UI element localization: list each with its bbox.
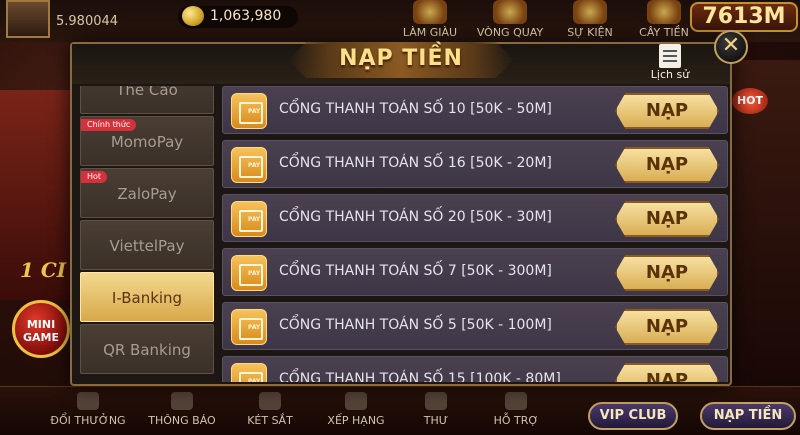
wheel-icon: [493, 0, 527, 24]
list-item: PAY CỔNG THANH TOÁN SỐ 20 [50K - 30M] NẠ…: [222, 194, 728, 242]
gateway-label: CỔNG THANH TOÁN SỐ 10 [50K - 50M]: [279, 101, 552, 117]
tab-the-cao[interactable]: Thẻ Cào: [80, 86, 214, 114]
gateway-label: CỔNG THANH TOÁN SỐ 16 [50K - 20M]: [279, 155, 552, 171]
tab-label: Thẻ Cào: [116, 86, 178, 99]
nav-label: XẾP HẠNG: [327, 414, 385, 427]
pay-icon-text: PAY: [248, 216, 261, 223]
deposit-modal: NẠP TIỀN Lịch sử ✕ Thẻ Cào Chính thức Mo…: [70, 30, 748, 386]
nap-button[interactable]: NẠP: [615, 93, 719, 129]
ranking-icon: [345, 392, 367, 410]
nav-label: CÂY TIỀN: [639, 26, 689, 39]
nav-doi-thuong[interactable]: ĐỔI THƯỞNG: [50, 392, 126, 427]
gateway-label: CỔNG THANH TOÁN SỐ 7 [50K - 300M]: [279, 263, 552, 279]
nav-su-kien[interactable]: SỰ KIỆN: [558, 0, 622, 42]
tab-label: ViettelPay: [109, 237, 185, 255]
list-item: PAY CỔNG THANH TOÁN SỐ 10 [50K - 50M] NẠ…: [222, 86, 728, 134]
mail-icon: [425, 392, 447, 410]
nav-cay-tien[interactable]: CÂY TIỀN: [632, 0, 696, 42]
pay-icon-text: PAY: [248, 108, 261, 115]
nav-label: KÉT SẮT: [247, 414, 293, 427]
payment-method-tabs: Thẻ Cào Chính thức MomoPay Hot ZaloPay V…: [80, 86, 214, 382]
list-item: PAY CỔNG THANH TOÁN SỐ 7 [50K - 300M] NẠ…: [222, 248, 728, 296]
nap-button[interactable]: NẠP: [615, 255, 719, 291]
nav-lam-giau[interactable]: LÀM GIÀU: [398, 0, 462, 42]
list-item: PAY CỔNG THANH TOÁN SỐ 5 [50K - 100M] NẠ…: [222, 302, 728, 350]
nap-button[interactable]: NẠP: [615, 147, 719, 183]
pay-icon-text: PAY: [248, 378, 261, 382]
event-icon: [573, 0, 607, 24]
modal-title: NẠP TIỀN: [339, 46, 463, 71]
nav-label: LÀM GIÀU: [402, 26, 458, 39]
pay-icon: PAY: [231, 363, 267, 382]
history-label: Lịch sử: [650, 68, 690, 81]
tab-momopay[interactable]: Chính thức MomoPay: [80, 116, 214, 166]
nav-label: VÒNG QUAY: [476, 26, 544, 39]
history-button[interactable]: Lịch sử: [644, 44, 696, 84]
tab-label: ZaloPay: [117, 185, 177, 203]
nav-label: HỖ TRỢ: [493, 414, 539, 427]
gateway-list[interactable]: PAY CỔNG THANH TOÁN SỐ 10 [50K - 50M] NẠ…: [222, 86, 728, 382]
tab-zalopay[interactable]: Hot ZaloPay: [80, 168, 214, 218]
nav-label: ĐỔI THƯỞNG: [50, 414, 126, 427]
nav-thong-bao[interactable]: THÔNG BÁO: [144, 392, 220, 427]
nav-ho-tro[interactable]: HỖ TRỢ: [478, 392, 554, 427]
close-button[interactable]: ✕: [714, 30, 748, 64]
nav-vong-quay[interactable]: VÒNG QUAY: [470, 0, 550, 42]
support-icon: [505, 392, 527, 410]
official-badge: Chính thức: [81, 119, 137, 131]
nav-thu[interactable]: THƯ: [398, 392, 474, 427]
list-item: PAY CỔNG THANH TOÁN SỐ 16 [50K - 20M] NẠ…: [222, 140, 728, 188]
nav-xep-hang[interactable]: XẾP HẠNG: [318, 392, 394, 427]
nav-label: SỰ KIỆN: [567, 26, 613, 39]
mini-game-button[interactable]: MINI GAME: [12, 300, 70, 358]
jackpot-counter: 7613M: [690, 2, 798, 32]
nav-label: THÔNG BÁO: [148, 414, 216, 427]
gateway-label: CỔNG THANH TOÁN SỐ 20 [50K - 30M]: [279, 209, 552, 225]
gift-icon: [77, 392, 99, 410]
vip-club-button[interactable]: VIP CLUB: [588, 402, 678, 430]
treasure-icon: [413, 0, 447, 24]
tab-i-banking[interactable]: I-Banking: [80, 272, 214, 322]
list-item: PAY CỔNG THANH TOÁN SỐ 15 [100K - 80M] N…: [222, 356, 728, 382]
pay-icon: PAY: [231, 255, 267, 291]
nap-button[interactable]: NẠP: [615, 201, 719, 237]
nav-ket-sat[interactable]: KÉT SẮT: [232, 392, 308, 427]
money-tree-icon: [647, 0, 681, 24]
pay-icon-text: PAY: [248, 270, 261, 277]
tab-label: I-Banking: [111, 289, 183, 307]
nap-button[interactable]: NẠP: [615, 309, 719, 345]
tab-label: QR Banking: [103, 341, 191, 359]
hot-badge: HOT: [732, 88, 768, 114]
pay-icon: PAY: [231, 201, 267, 237]
nav-label: THƯ: [423, 414, 449, 427]
promo-text: 1 CI: [20, 258, 67, 282]
hot-badge: Hot: [81, 171, 108, 183]
document-icon: [659, 44, 681, 68]
pay-icon-text: PAY: [248, 324, 261, 331]
tab-label: MomoPay: [110, 133, 184, 151]
pay-icon: PAY: [231, 147, 267, 183]
safe-icon: [259, 392, 281, 410]
pay-icon-text: PAY: [248, 162, 261, 169]
avatar[interactable]: [6, 0, 50, 38]
bell-icon: [171, 392, 193, 410]
pay-icon: PAY: [231, 309, 267, 345]
nap-button[interactable]: NẠP: [615, 363, 719, 382]
tab-qr-banking[interactable]: QR Banking: [80, 324, 214, 374]
gateway-label: CỔNG THANH TOÁN SỐ 15 [100K - 80M]: [279, 371, 561, 382]
coin-balance: 1,063,980: [210, 8, 282, 24]
coin-icon: [182, 6, 204, 26]
user-id: 5.980044: [56, 14, 119, 29]
deposit-button[interactable]: NẠP TIỀN: [700, 402, 796, 430]
gateway-label: CỔNG THANH TOÁN SỐ 5 [50K - 100M]: [279, 317, 552, 333]
tab-viettelpay[interactable]: ViettelPay: [80, 220, 214, 270]
pay-icon: PAY: [231, 93, 267, 129]
